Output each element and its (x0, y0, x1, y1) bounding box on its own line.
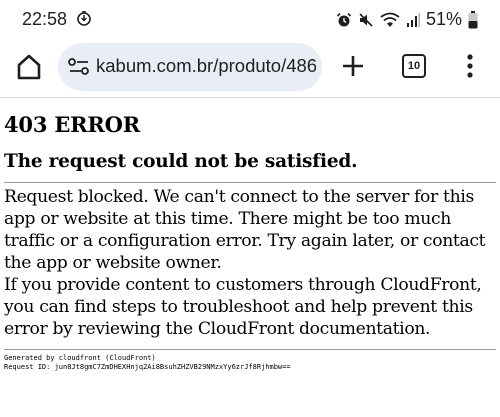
battery-percent: 51% (425, 9, 462, 29)
status-time: 22:58 (22, 9, 68, 29)
mute-icon (358, 12, 374, 28)
tab-switcher-button[interactable]: 10 (402, 54, 426, 78)
url-text[interactable]: kabum.com.br/produto/486 (96, 55, 316, 77)
page-content: 403 ERROR The request could not be satis… (4, 100, 496, 372)
toolbar-divider (0, 97, 500, 98)
request-id: Request ID: jun8Jt8gmC7ZmDHEXHnjq2Ai8Bsu… (4, 363, 291, 371)
signal-icon (406, 12, 420, 28)
reduce-data-icon (76, 10, 92, 27)
wifi-icon (380, 12, 400, 28)
divider (4, 182, 496, 183)
battery-icon (468, 10, 478, 29)
alarm-icon (336, 12, 352, 28)
error-message-1: Request blocked. We can't connect to the… (4, 187, 486, 273)
error-message-2: If you provide content to customers thro… (4, 275, 482, 339)
error-message: Request blocked. We can't connect to the… (4, 186, 496, 340)
more-vert-icon[interactable] (466, 53, 474, 79)
tune-icon[interactable] (68, 57, 90, 77)
error-subtitle: The request could not be satisfied. (4, 151, 358, 172)
plus-icon[interactable] (340, 53, 366, 79)
generated-by: Generated by cloudfront (CloudFront) (4, 354, 156, 362)
divider (4, 349, 496, 350)
browser-toolbar: kabum.com.br/produto/486 10 (0, 38, 500, 96)
footer: Generated by cloudfront (CloudFront) Req… (4, 354, 496, 372)
error-title: 403 ERROR (4, 112, 141, 137)
status-bar: 22:58 51% (0, 0, 500, 38)
status-icons: 51% (336, 9, 478, 30)
address-bar[interactable]: kabum.com.br/produto/486 (58, 43, 322, 91)
home-icon[interactable] (14, 52, 44, 82)
